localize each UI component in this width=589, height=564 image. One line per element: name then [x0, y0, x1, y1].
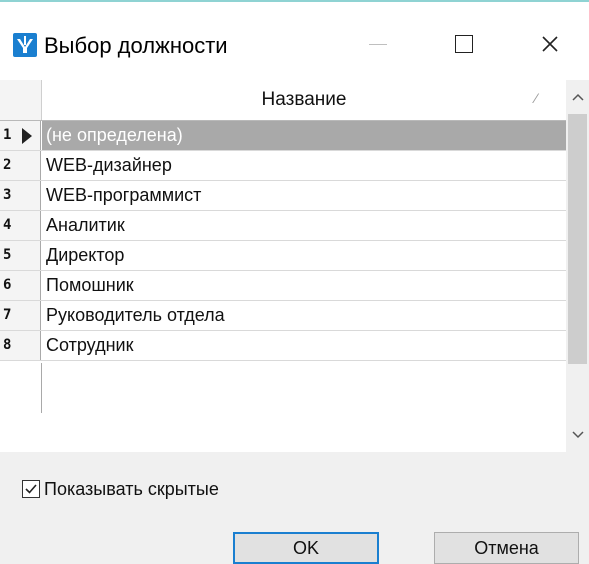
position-name-cell[interactable]: Аналитик — [46, 211, 125, 240]
row-number: 1 — [0, 121, 41, 150]
vertical-scrollbar[interactable] — [566, 80, 589, 452]
dialog-window: Выбор должности Название ⁄ 1 (не определе… — [0, 0, 589, 564]
position-name-cell[interactable]: Помошник — [46, 271, 134, 300]
grid-empty-divider — [41, 363, 42, 413]
row-number: 2 — [0, 151, 41, 180]
sort-indicator-icon: ⁄ — [535, 90, 538, 106]
scrollbar-thumb[interactable] — [568, 114, 587, 364]
column-header-name[interactable]: Название — [42, 80, 566, 120]
row-number: 4 — [0, 211, 41, 240]
chevron-up-icon — [571, 93, 584, 101]
row-number: 7 — [0, 301, 41, 330]
position-name-cell[interactable]: WEB-дизайнер — [46, 151, 172, 180]
position-name-cell[interactable]: Руководитель отдела — [46, 301, 225, 330]
maximize-icon — [455, 35, 473, 53]
position-name-cell[interactable]: Директор — [46, 241, 124, 270]
current-row-pointer-icon — [22, 128, 32, 144]
show-hidden-checkbox[interactable] — [22, 480, 40, 498]
ok-button[interactable]: OK — [233, 532, 379, 564]
scroll-up-button[interactable] — [566, 80, 589, 114]
show-hidden-option[interactable]: Показывать скрытые — [22, 478, 219, 500]
grid-header: Название ⁄ — [0, 80, 566, 121]
row-number: 6 — [0, 271, 41, 300]
close-icon — [542, 36, 558, 52]
row-indicator-header — [0, 80, 42, 120]
table-row[interactable]: 7 Руководитель отдела — [0, 301, 566, 331]
maximize-button[interactable] — [441, 24, 487, 64]
app-icon — [13, 33, 37, 57]
minimize-icon — [369, 43, 387, 45]
table-row[interactable]: 5 Директор — [0, 241, 566, 271]
row-number: 5 — [0, 241, 41, 270]
window-title: Выбор должности — [44, 33, 228, 58]
position-name-cell[interactable]: (не определена) — [46, 121, 183, 150]
position-name-cell[interactable]: Сотрудник — [46, 331, 133, 360]
row-number: 8 — [0, 331, 41, 360]
position-name-cell[interactable]: WEB-программист — [46, 181, 201, 210]
scroll-down-button[interactable] — [566, 418, 589, 452]
table-row[interactable]: 2 WEB-дизайнер — [0, 151, 566, 181]
title-bar[interactable]: Выбор должности — [0, 2, 589, 82]
table-row[interactable]: 8 Сотрудник — [0, 331, 566, 361]
grid-rows: 1 (не определена) 2 WEB-дизайнер 3 WEB-програ… — [0, 121, 566, 361]
show-hidden-label[interactable]: Показывать скрытые — [44, 479, 219, 500]
positions-grid[interactable]: Название ⁄ 1 (не определена) 2 WEB-дизайнер… — [0, 80, 589, 452]
table-row[interactable]: 4 Аналитик — [0, 211, 566, 241]
cancel-button[interactable]: Отмена — [434, 532, 579, 564]
chevron-down-icon — [571, 431, 584, 439]
table-row[interactable]: 6 Помошник — [0, 271, 566, 301]
row-number: 3 — [0, 181, 41, 210]
table-row[interactable]: 3 WEB-программист — [0, 181, 566, 211]
close-button[interactable] — [527, 24, 573, 64]
checkmark-icon — [25, 484, 37, 494]
table-row[interactable]: 1 (не определена) — [0, 121, 566, 151]
minimize-button[interactable] — [355, 24, 401, 64]
